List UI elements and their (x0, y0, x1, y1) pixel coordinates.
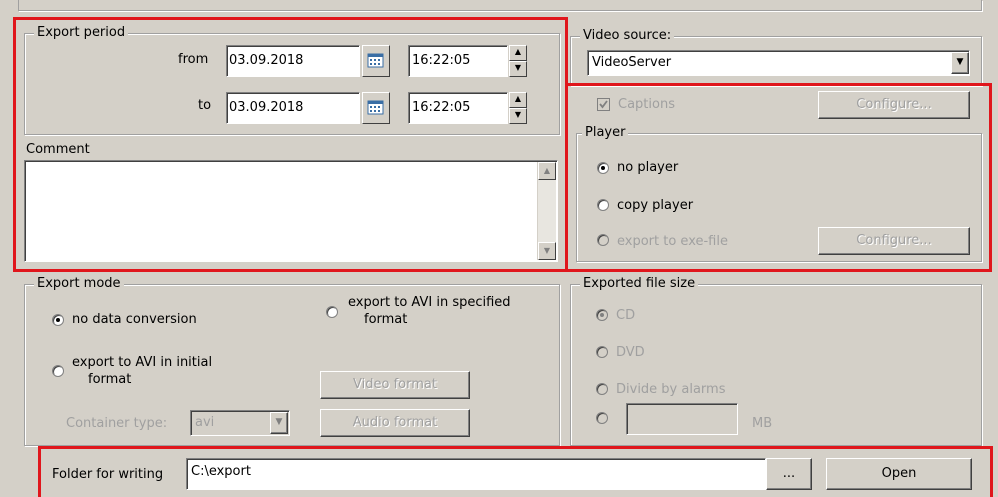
scroll-down-icon[interactable]: ▼ (538, 242, 556, 260)
no-conversion-radio[interactable] (52, 314, 64, 326)
to-date-input[interactable]: 03.09.2018 (226, 92, 360, 124)
video-source-legend: Video source: (580, 28, 675, 44)
folder-label: Folder for writing (52, 467, 164, 482)
player-configure-button[interactable]: Configure... (818, 227, 970, 255)
avi-specified-label-1: export to AVI in specified (348, 295, 511, 310)
mb-unit-label: MB (752, 416, 773, 431)
chevron-down-icon: ▼ (275, 417, 283, 427)
from-time-input[interactable]: 16:22:05 (408, 45, 508, 77)
container-dropdown-button[interactable]: ▼ (270, 412, 288, 434)
captions-label: Captions (618, 97, 675, 112)
to-label: to (198, 98, 212, 113)
spin-up-icon[interactable]: ▲ (509, 92, 527, 108)
no-player-label: no player (617, 160, 679, 175)
video-source-select[interactable]: VideoServer (587, 50, 970, 76)
avi-initial-label-2: format (88, 372, 132, 387)
avi-specified-label-2: format (364, 312, 408, 327)
to-time-spinner[interactable]: ▲ ▼ (509, 92, 527, 124)
custom-size-input[interactable] (626, 403, 738, 435)
file-size-legend: Exported file size (580, 276, 699, 292)
to-time-input[interactable]: 16:22:05 (408, 92, 508, 124)
cd-label: CD (616, 308, 636, 323)
avi-initial-radio[interactable] (52, 365, 64, 377)
from-label: from (178, 52, 209, 67)
spin-down-icon[interactable]: ▼ (509, 108, 527, 124)
copy-player-label: copy player (617, 198, 694, 213)
to-calendar-button[interactable] (362, 92, 390, 124)
spin-down-icon[interactable]: ▼ (509, 61, 527, 77)
player-legend: Player (582, 125, 629, 141)
copy-player-radio[interactable] (597, 199, 609, 211)
avi-initial-label-1: export to AVI in initial (72, 355, 213, 370)
audio-format-button[interactable]: Audio format (320, 409, 470, 437)
from-date-input[interactable]: 03.09.2018 (226, 45, 360, 77)
from-calendar-button[interactable] (362, 45, 390, 77)
avi-specified-radio[interactable] (326, 306, 338, 318)
cd-radio[interactable] (596, 309, 608, 321)
export-exe-label: export to exe-file (617, 234, 728, 249)
chevron-down-icon: ▼ (956, 57, 964, 67)
video-source-dropdown-button[interactable]: ▼ (951, 52, 969, 74)
divide-alarms-radio[interactable] (596, 383, 608, 395)
from-time-spinner[interactable]: ▲ ▼ (509, 45, 527, 77)
dvd-radio[interactable] (596, 346, 608, 358)
comment-textarea[interactable] (24, 160, 558, 262)
captions-checkbox[interactable] (597, 98, 610, 111)
export-mode-legend: Export mode (34, 276, 124, 292)
folder-path-input[interactable]: C:\export (186, 458, 766, 490)
comment-label: Comment (26, 142, 90, 157)
calendar-icon (367, 53, 384, 68)
checkmark-icon (599, 100, 608, 109)
no-conversion-label: no data conversion (72, 312, 197, 327)
spin-up-icon[interactable]: ▲ (509, 45, 527, 61)
custom-size-radio[interactable] (596, 412, 608, 424)
export-period-legend: Export period (34, 25, 129, 41)
comment-scrollbar[interactable]: ▲ ▼ (537, 162, 556, 260)
scroll-up-icon[interactable]: ▲ (538, 162, 556, 180)
export-exe-radio[interactable] (597, 234, 609, 246)
top-panel-edge (18, 0, 982, 11)
browse-folder-button[interactable]: ... (766, 458, 812, 490)
open-folder-button[interactable]: Open (826, 458, 972, 490)
divide-alarms-label: Divide by alarms (616, 382, 726, 397)
captions-configure-button[interactable]: Configure... (818, 91, 970, 119)
container-type-label: Container type: (66, 416, 168, 431)
dvd-label: DVD (616, 345, 645, 360)
video-format-button[interactable]: Video format (320, 371, 470, 399)
no-player-radio[interactable] (597, 162, 609, 174)
calendar-icon (367, 100, 384, 115)
